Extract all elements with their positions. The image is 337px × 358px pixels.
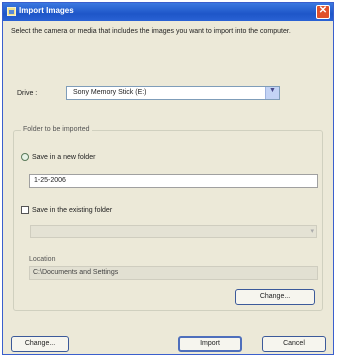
close-icon: ✕ <box>318 5 328 16</box>
drive-dropdown-button[interactable]: ▼ <box>265 87 279 99</box>
new-folder-radio[interactable] <box>21 153 29 161</box>
existing-folder-dropdown-icon: ▾ <box>310 228 314 235</box>
new-folder-name-value: 1-25-2006 <box>34 177 66 184</box>
drive-value: Sony Memory Stick (E:) <box>73 89 147 96</box>
folder-group-label: Folder to be imported <box>21 126 92 133</box>
footer-change-button[interactable]: Change... <box>11 336 69 352</box>
existing-folder-checkbox[interactable] <box>21 206 29 214</box>
existing-folder-select: ▾ <box>30 225 317 238</box>
intro-text: Select the camera or media that includes… <box>11 28 291 35</box>
drive-label: Drive : <box>17 90 38 97</box>
location-value: C:\Documents and Settings <box>33 269 119 276</box>
new-folder-label: Save in a new folder <box>32 153 96 161</box>
location-label: Location <box>29 256 56 263</box>
new-folder-option[interactable]: Save in a new folder <box>21 153 95 161</box>
import-button[interactable]: Import <box>178 336 242 352</box>
cancel-button[interactable]: Cancel <box>262 336 326 352</box>
location-field: C:\Documents and Settings <box>29 266 318 280</box>
chevron-down-icon: ▼ <box>269 87 276 94</box>
location-change-button[interactable]: Change... <box>235 289 315 305</box>
title-bar[interactable]: Import Images ✕ <box>3 3 333 21</box>
window-app-icon <box>7 7 16 16</box>
drive-select[interactable]: Sony Memory Stick (E:) ▼ <box>66 86 280 100</box>
close-button[interactable]: ✕ <box>316 5 330 19</box>
new-folder-name-input[interactable]: 1-25-2006 <box>29 174 318 188</box>
existing-folder-label: Save in the existing folder <box>32 206 113 214</box>
window-title: Import Images <box>19 6 74 15</box>
existing-folder-option[interactable]: Save in the existing folder <box>21 206 112 214</box>
import-images-dialog: Import Images ✕ Select the camera or med… <box>2 2 334 355</box>
